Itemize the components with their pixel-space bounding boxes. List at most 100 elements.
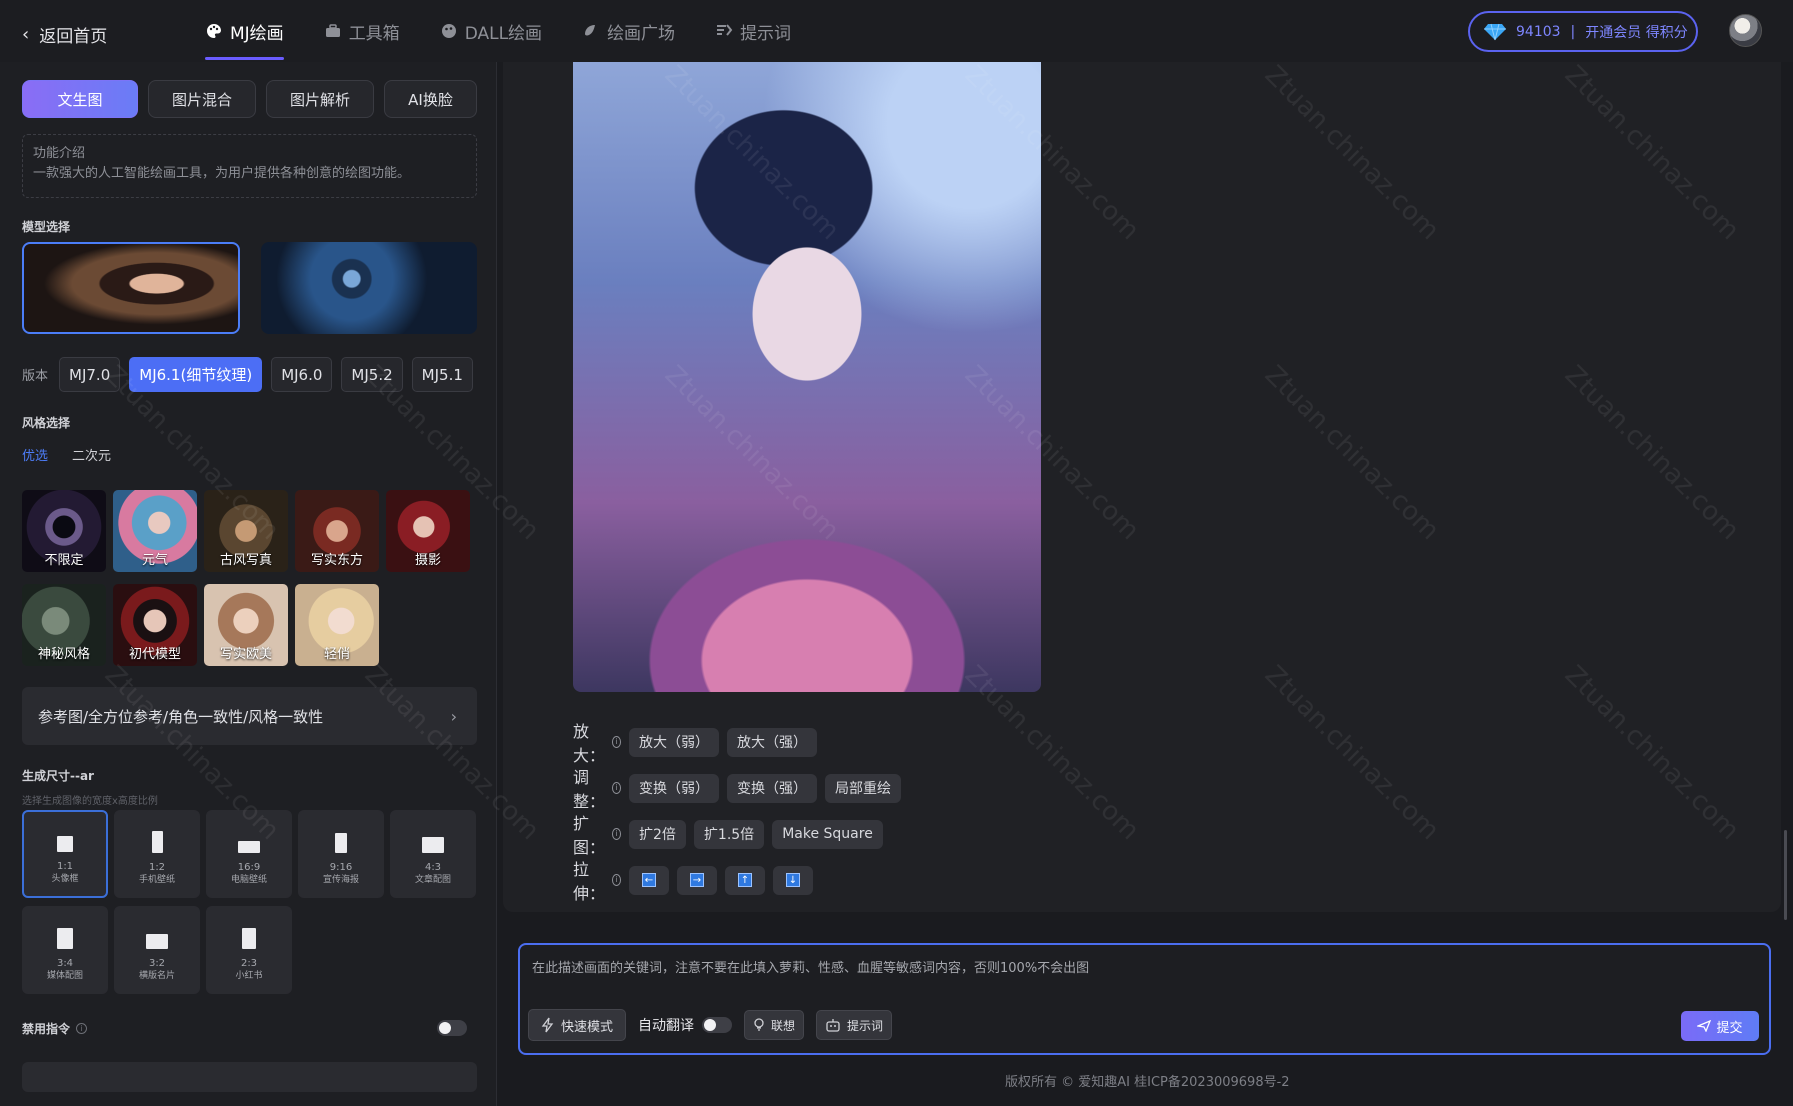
chevron-right-icon: › <box>450 706 457 726</box>
version-mj51[interactable]: MJ5.1 <box>411 357 473 392</box>
back-home-link[interactable]: ‹ 返回首页 <box>22 22 107 47</box>
footer-copyright: 版权所有 © 爱知趣AI 桂ICP备2023009698号-2 <box>1005 1075 1290 1090</box>
size-option[interactable]: 3:4 媒体配图 <box>22 906 108 994</box>
version-mj52[interactable]: MJ5.2 <box>341 357 403 392</box>
version-mj61[interactable]: MJ6.1(细节纹理) <box>129 357 263 392</box>
member-text: 开通会员 得积分 <box>1585 24 1688 41</box>
row-label-text: 拉伸： <box>573 860 606 903</box>
ratio-shape-icon <box>242 928 256 949</box>
reference-options-bar[interactable]: 参考图/全方位参考/角色一致性/风格一致性 › <box>22 687 477 745</box>
size-desc: 媒体配图 <box>46 971 83 981</box>
size-desc: 横版名片 <box>138 971 175 981</box>
size-desc: 宣传海报 <box>322 875 359 885</box>
size-option[interactable]: 9:16 宣传海报 <box>298 810 384 898</box>
style-card-label: 写实东方 <box>310 553 363 568</box>
mode-face-swap[interactable]: AI换脸 <box>384 80 477 118</box>
prompt-helper-button[interactable]: 提示词 <box>816 1010 893 1040</box>
fast-mode-button[interactable]: 快速模式 <box>528 1009 627 1041</box>
prompt-icon <box>717 24 733 36</box>
ratio-shape-icon <box>146 934 168 949</box>
composer-tools: 快速模式 自动翻译 联想 提示词 <box>528 1009 893 1041</box>
style-card-label: 古风写真 <box>219 553 272 568</box>
mode-image-describe[interactable]: 图片解析 <box>266 80 374 118</box>
upscale-subtle-button[interactable]: 放大（弱） <box>629 727 719 757</box>
tab-painting-square[interactable]: 绘画广场 <box>582 0 675 62</box>
mode-text-to-image[interactable]: 文生图 <box>22 80 138 118</box>
pan-up-button[interactable]: ↑ <box>725 865 765 895</box>
tab-prompt[interactable]: 提示词 <box>715 0 791 62</box>
fast-mode-label: 快速模式 <box>561 1019 614 1035</box>
vary-subtle-button[interactable]: 变换（弱） <box>629 773 719 803</box>
model-card-realistic[interactable] <box>22 242 240 334</box>
style-card[interactable]: 写实欧美 <box>204 584 288 666</box>
prompt-composer[interactable]: 在此描述画面的关键词，注意不要在此填入萝莉、性感、血腥等敏感词内容，否则100%… <box>518 943 1771 1055</box>
tab-dall-painting[interactable]: DALL绘画 <box>440 0 542 62</box>
zoom-out-2x-button[interactable]: 扩2倍 <box>629 819 686 849</box>
info-icon: i <box>76 1023 88 1034</box>
style-tab-preferred[interactable]: 优选 <box>22 445 48 464</box>
diamond-icon <box>1484 23 1506 40</box>
forbid-command-toggle[interactable] <box>437 1020 467 1036</box>
tab-painting-square-label: 绘画广场 <box>607 23 676 44</box>
vary-label: 调整： i <box>573 764 621 812</box>
collapsed-section[interactable] <box>22 1062 477 1092</box>
toggle-knob <box>704 1019 717 1031</box>
tab-mj-painting[interactable]: MJ绘画 <box>205 0 284 62</box>
pan-down-button[interactable]: ↓ <box>773 865 813 895</box>
style-tabs: 优选 二次元 <box>22 445 111 464</box>
generated-image[interactable] <box>573 62 1041 692</box>
auto-translate-row: 自动翻译 <box>638 1015 733 1035</box>
style-card[interactable]: 轻俏 <box>295 584 379 666</box>
model-card-anime[interactable] <box>261 242 477 334</box>
points-membership-pill[interactable]: 94103 | 开通会员 得积分 <box>1468 11 1698 52</box>
size-option[interactable]: 16:9 电脑壁纸 <box>206 810 292 898</box>
pan-right-button[interactable]: → <box>677 865 717 895</box>
mode-image-blend[interactable]: 图片混合 <box>148 80 256 118</box>
brush-icon <box>441 24 456 38</box>
avatar[interactable] <box>1729 14 1762 47</box>
auto-translate-toggle[interactable] <box>702 1017 733 1033</box>
tab-toolbox[interactable]: 工具箱 <box>324 0 400 62</box>
main-nav: MJ绘画 工具箱 DALL绘画 绘画广场 提示词 <box>205 0 791 62</box>
size-option[interactable]: 1:2 手机壁纸 <box>114 810 200 898</box>
size-option[interactable]: 2:3 小红书 <box>206 906 292 994</box>
style-card-label: 不限定 <box>44 553 84 568</box>
size-ratio: 1:2 <box>148 862 166 873</box>
style-card-label: 摄影 <box>414 553 441 568</box>
associate-button[interactable]: 联想 <box>744 1010 805 1040</box>
prompt-input[interactable]: 在此描述画面的关键词，注意不要在此填入萝莉、性感、血腥等敏感词内容，否则100%… <box>532 957 1089 976</box>
toggle-knob <box>439 1022 451 1034</box>
upscale-creative-button[interactable]: 放大（强） <box>727 727 817 757</box>
version-mj7[interactable]: MJ7.0 <box>59 357 121 392</box>
submit-button[interactable]: 提交 <box>1681 1011 1759 1041</box>
associate-label: 联想 <box>771 1018 796 1033</box>
chevron-left-icon: ‹ <box>22 24 30 45</box>
pan-left-button[interactable]: ← <box>629 865 669 895</box>
size-option[interactable]: 4:3 文章配图 <box>390 810 476 898</box>
size-option[interactable]: 1:1 头像框 <box>22 810 108 898</box>
vary-region-button[interactable]: 局部重绘 <box>825 773 901 803</box>
zoom-out-1-5x-button[interactable]: 扩1.5倍 <box>693 819 765 849</box>
pill-separator: | <box>1570 23 1576 40</box>
make-square-button[interactable]: Make Square <box>772 819 883 849</box>
intro-text: 一款强大的人工智能绘画工具，为用户提供各种创意的绘图功能。 <box>33 166 411 181</box>
style-tab-anime[interactable]: 二次元 <box>72 445 111 464</box>
style-card[interactable]: 神秘风格 <box>22 584 106 666</box>
style-card[interactable]: 初代模型 <box>113 584 197 666</box>
style-card[interactable]: 摄影 <box>386 490 470 572</box>
style-card[interactable]: 元气 <box>113 490 197 572</box>
back-home-label: 返回首页 <box>39 27 108 47</box>
model-select-title: 模型选择 <box>22 220 71 234</box>
size-desc: 电脑壁纸 <box>230 875 267 885</box>
scrollbar-thumb[interactable] <box>1784 830 1787 920</box>
size-option[interactable]: 3:2 横版名片 <box>114 906 200 994</box>
result-panel: 放大： i 放大（弱） 放大（强） 调整： i 变换（弱） 变换（强） 局部重绘 扩… <box>503 62 1781 912</box>
style-card[interactable]: 不限定 <box>22 490 106 572</box>
pan-row: 拉伸： i ← → ↑ ↓ <box>573 856 813 904</box>
arrow-down-icon: ↓ <box>786 873 800 887</box>
forbid-command-label: 禁用指令 <box>22 1022 71 1036</box>
style-card[interactable]: 写实东方 <box>295 490 379 572</box>
vary-strong-button[interactable]: 变换（强） <box>727 773 817 803</box>
version-mj6[interactable]: MJ6.0 <box>271 357 333 392</box>
style-card[interactable]: 古风写真 <box>204 490 288 572</box>
